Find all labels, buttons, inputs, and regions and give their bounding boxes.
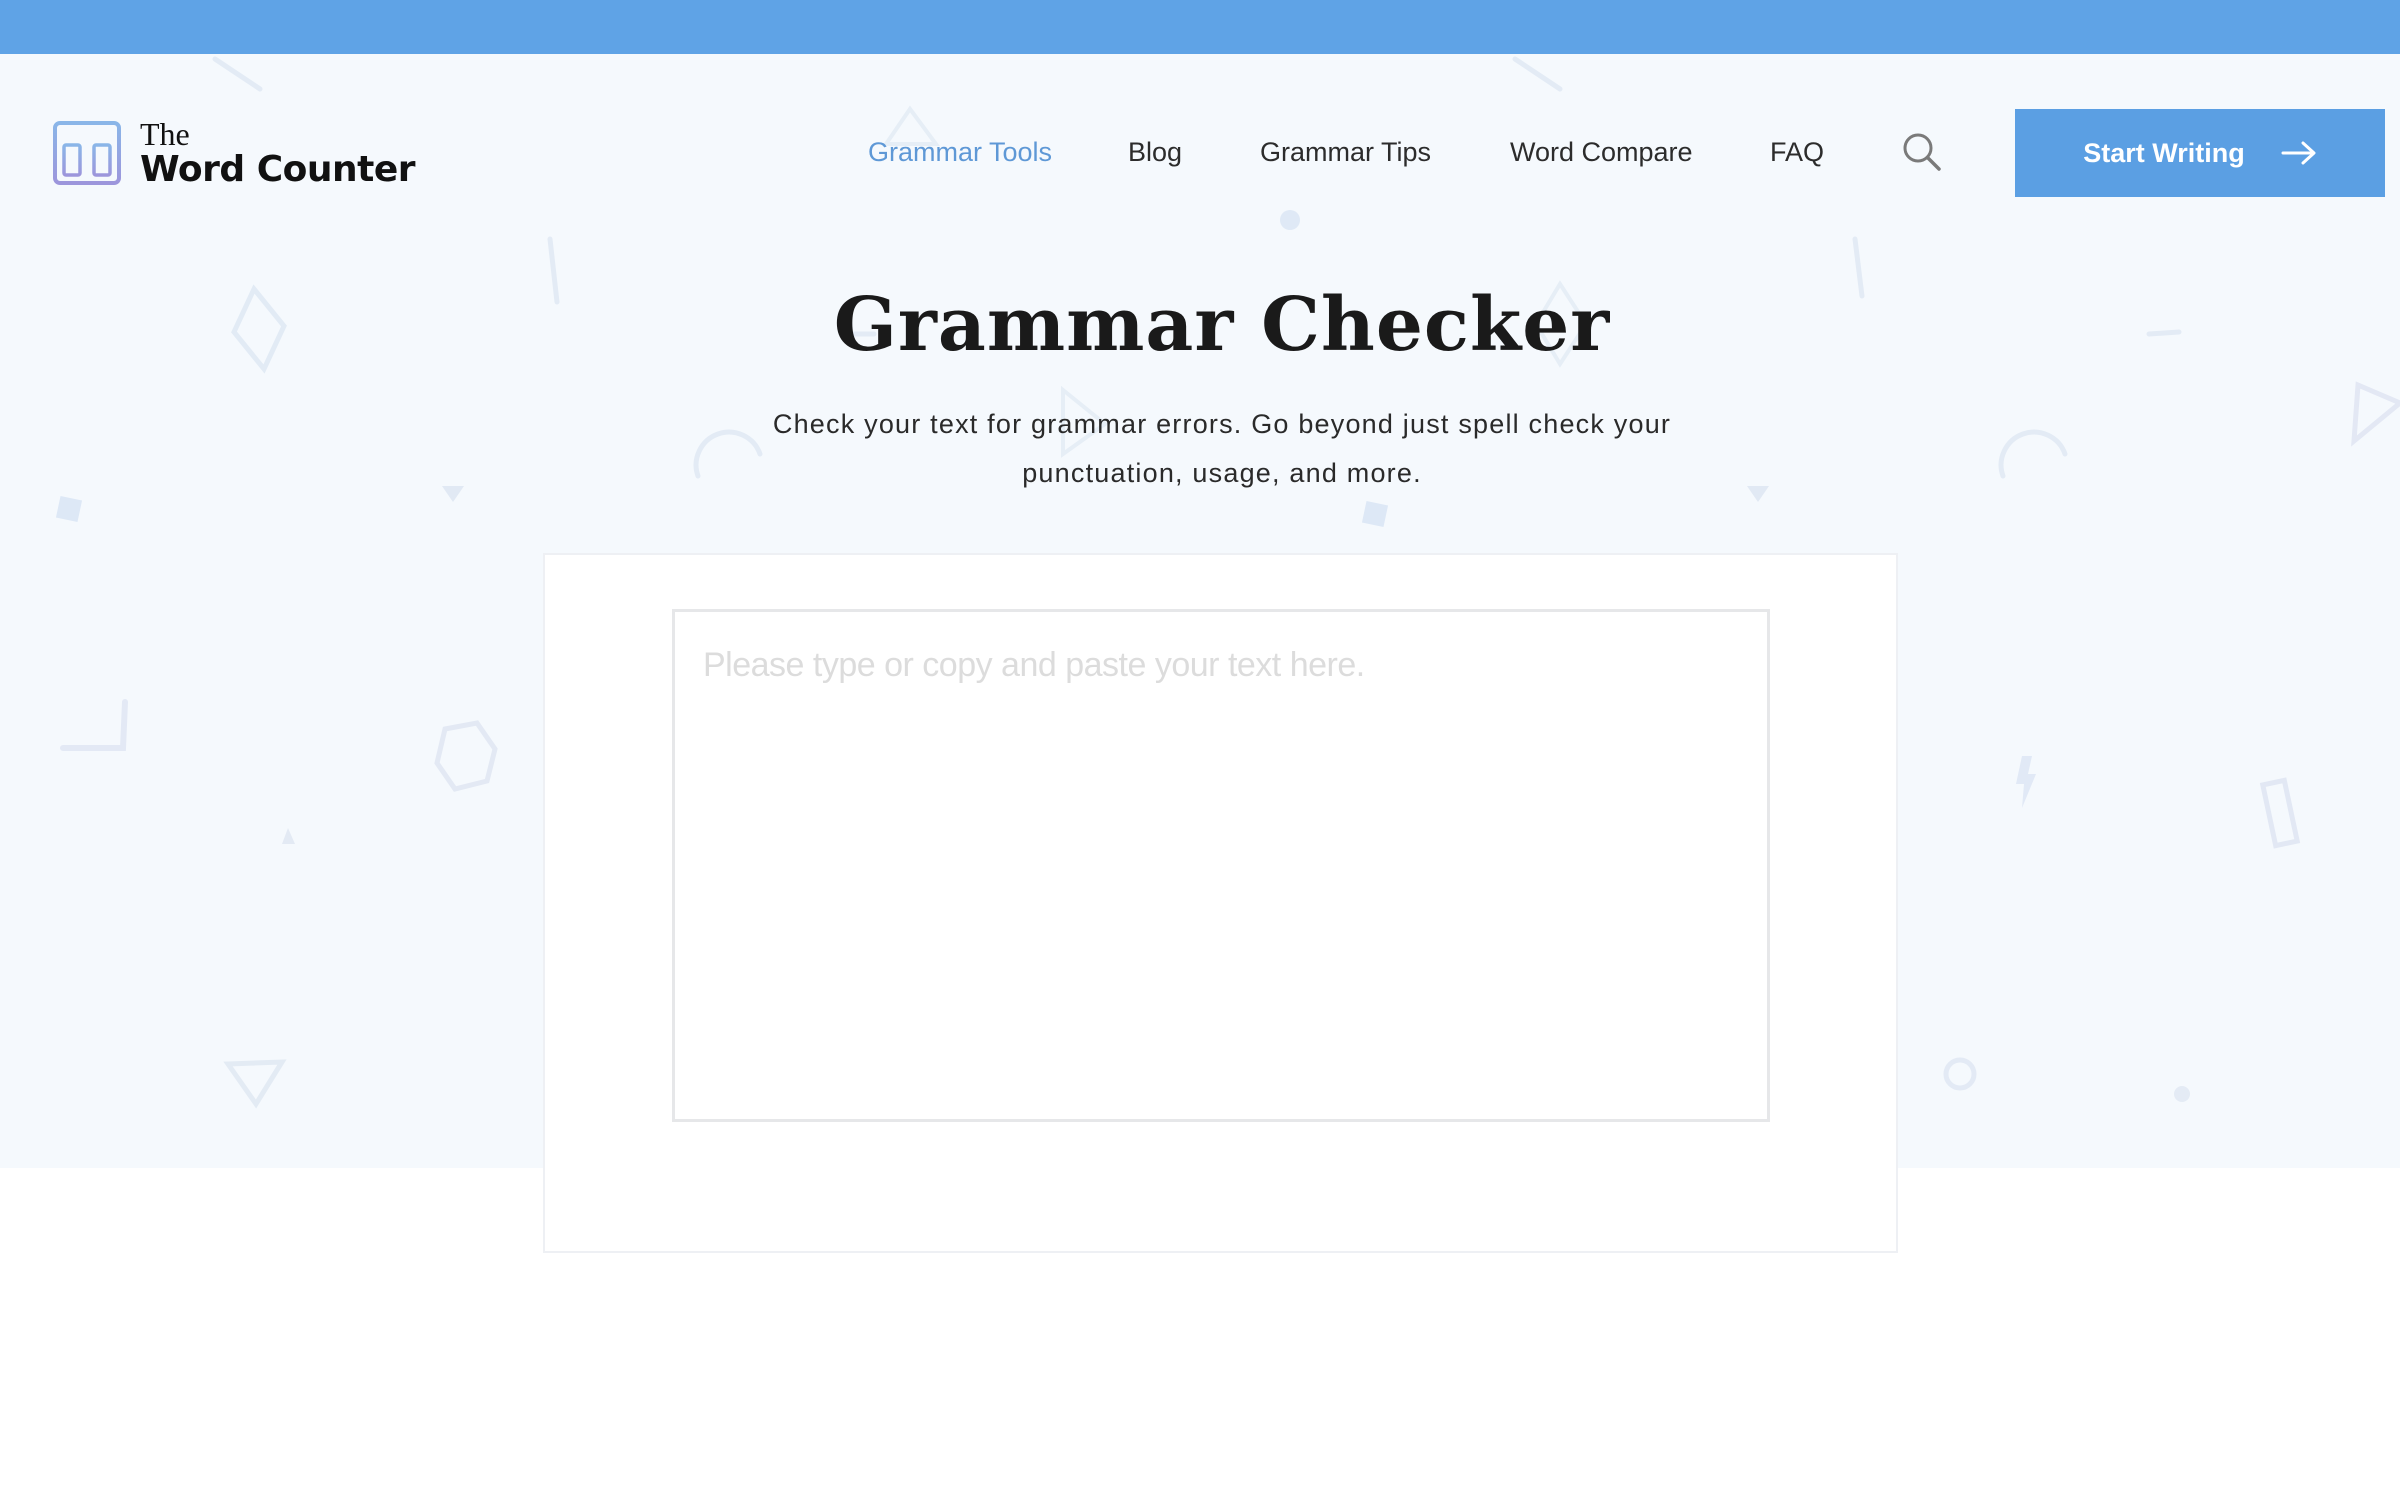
decorative-circle-icon	[1940, 1054, 1980, 1094]
nav-item-grammar-tools[interactable]: Grammar Tools	[868, 137, 1052, 168]
decorative-line-icon	[210, 54, 270, 94]
decorative-hexagon-icon	[425, 719, 505, 799]
start-writing-button[interactable]: Start Writing	[2015, 109, 2385, 197]
decorative-square-icon	[54, 494, 84, 524]
top-bar	[0, 0, 2400, 54]
decorative-dot-icon	[2172, 1084, 2192, 1104]
decorative-triangle-icon	[222, 1054, 292, 1114]
page-title: Grammar Checker	[833, 282, 1611, 368]
search-button[interactable]	[1898, 128, 1946, 176]
nav-item-word-compare[interactable]: Word Compare	[1510, 137, 1693, 168]
decorative-lightning-icon	[2010, 754, 2040, 814]
arrow-right-icon	[2281, 141, 2316, 165]
decorative-corner-icon	[55, 694, 135, 774]
start-writing-label: Start Writing	[2083, 137, 2245, 168]
decorative-rectangle-icon	[2255, 774, 2315, 864]
brand-name: The Word Counter	[140, 116, 416, 190]
brand-logo[interactable]: The Word Counter	[52, 116, 416, 190]
search-icon	[1903, 133, 1941, 171]
brand-name-line2: Word Counter	[140, 149, 416, 190]
nav-item-blog[interactable]: Blog	[1128, 137, 1182, 168]
decorative-square-icon	[1360, 499, 1390, 529]
text-input[interactable]	[672, 609, 1770, 1122]
page-subtitle: Check your text for grammar errors. Go b…	[0, 400, 2400, 498]
page-subtitle-line2: punctuation, usage, and more.	[1022, 458, 1422, 488]
decorative-small-triangle-icon	[278, 824, 298, 850]
page-subtitle-line1: Check your text for grammar errors. Go b…	[772, 409, 1672, 439]
nav-item-grammar-tips[interactable]: Grammar Tips	[1260, 137, 1431, 168]
brand-name-line1: The	[140, 116, 190, 152]
calculator-display-icon	[52, 120, 122, 186]
decorative-dot-icon	[1278, 208, 1308, 238]
decorative-line-icon	[1510, 54, 1570, 94]
nav-item-faq[interactable]: FAQ	[1770, 137, 1824, 168]
